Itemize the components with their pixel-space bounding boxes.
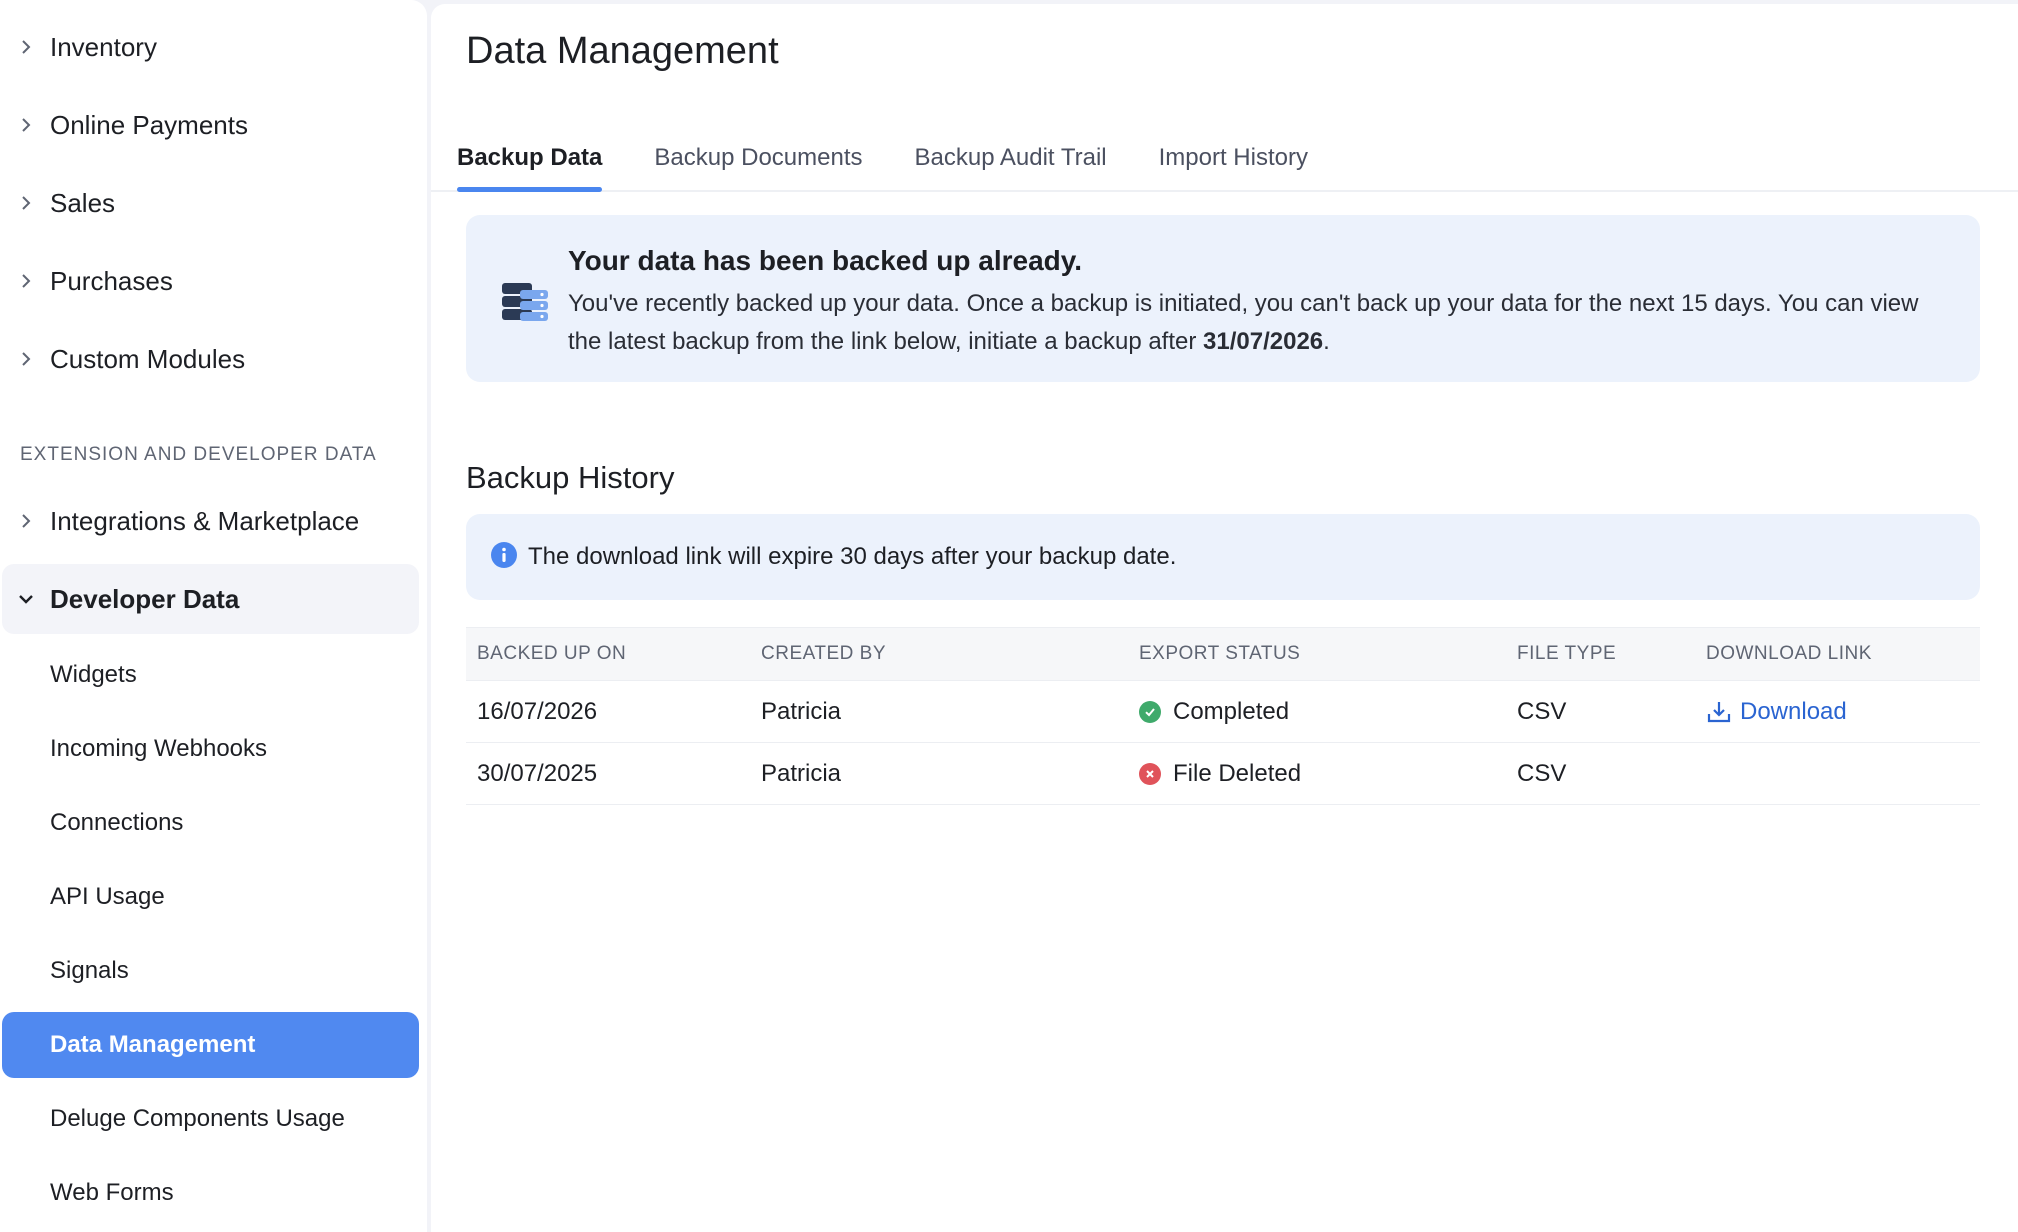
column-header-download-link[interactable]: DOWNLOAD LINK [1695, 643, 1980, 665]
main-panel: Data Management Backup Data Backup Docum… [431, 4, 2018, 1232]
table-header: BACKED UP ON CREATED BY EXPORT STATUS FI… [466, 627, 1980, 681]
sidebar-item-developer-data[interactable]: Developer Data [2, 564, 419, 634]
sidebar-subitem-web-forms[interactable]: Web Forms [2, 1160, 419, 1226]
chevron-right-icon [18, 513, 34, 529]
chevron-right-icon [18, 39, 34, 55]
sidebar-item-purchases[interactable]: Purchases [2, 246, 419, 316]
tab-backup-audit-trail[interactable]: Backup Audit Trail [915, 132, 1107, 190]
notice-next-backup-date: 31/07/2026 [1203, 328, 1324, 355]
cell-export-status: File Deleted [1128, 760, 1506, 788]
tab-backup-documents[interactable]: Backup Documents [654, 132, 862, 190]
sidebar-item-label: Purchases [50, 265, 173, 296]
backup-notice: Your data has been backed up already. Yo… [466, 215, 1980, 382]
app-root: Inventory Online Payments Sales Purchase… [0, 0, 2018, 1232]
tab-import-history[interactable]: Import History [1159, 132, 1308, 190]
status-label: Completed [1173, 697, 1290, 725]
info-icon [490, 541, 518, 574]
table-row: 30/07/2025 Patricia File Deleted CSV [466, 743, 1980, 805]
column-header-file-type[interactable]: FILE TYPE [1506, 643, 1695, 665]
sidebar-subitem-data-management[interactable]: Data Management [2, 1012, 419, 1078]
info-text: The download link will expire 30 days af… [528, 543, 1177, 570]
sidebar-item-custom-modules[interactable]: Custom Modules [2, 324, 419, 394]
download-link-label: Download [1740, 697, 1847, 725]
sidebar-subitem-widgets[interactable]: Widgets [2, 642, 419, 708]
cell-created-by: Patricia [761, 759, 842, 787]
sidebar-item-label: Custom Modules [50, 343, 246, 374]
cell-backed-up-on: 16/07/2026 [477, 697, 598, 725]
sidebar-subitem-signals[interactable]: Signals [2, 938, 419, 1004]
chevron-right-icon [18, 351, 34, 367]
sidebar-item-online-payments[interactable]: Online Payments [2, 90, 419, 160]
sidebar-item-inventory[interactable]: Inventory [2, 12, 419, 82]
backup-history-title: Backup History [466, 460, 675, 495]
notice-body: You've recently backed up your data. Onc… [568, 285, 1948, 361]
database-icon [500, 281, 550, 330]
chevron-down-icon [18, 591, 34, 607]
chevron-right-icon [18, 273, 34, 289]
sidebar-subitem-incoming-webhooks[interactable]: Incoming Webhooks [2, 716, 419, 782]
check-circle-icon [1139, 700, 1161, 723]
chevron-right-icon [18, 195, 34, 211]
sidebar-item-label: Developer Data [50, 583, 240, 614]
cell-created-by: Patricia [761, 697, 842, 725]
sidebar-item-integrations[interactable]: Integrations & Marketplace [2, 486, 419, 556]
cell-backed-up-on: 30/07/2025 [477, 759, 598, 787]
error-circle-icon [1139, 762, 1161, 785]
cell-export-status: Completed [1128, 698, 1506, 726]
sidebar-item-label: Sales [50, 187, 116, 218]
download-link[interactable]: Download [1706, 698, 1847, 726]
sidebar: Inventory Online Payments Sales Purchase… [0, 0, 427, 1232]
page-title: Data Management [466, 30, 779, 72]
sidebar-item-sales[interactable]: Sales [2, 168, 419, 238]
table-row: 16/07/2026 Patricia Completed CSV Downlo… [466, 681, 1980, 743]
sidebar-section-label: EXTENSION AND DEVELOPER DATA [20, 444, 377, 465]
sidebar-subitem-connections[interactable]: Connections [2, 790, 419, 856]
status-label: File Deleted [1173, 759, 1302, 787]
backup-history-table: BACKED UP ON CREATED BY EXPORT STATUS FI… [466, 627, 1980, 805]
download-icon [1707, 701, 1731, 722]
tab-bar: Backup Data Backup Documents Backup Audi… [431, 132, 2018, 192]
info-banner: The download link will expire 30 days af… [466, 514, 1980, 600]
notice-title: Your data has been backed up already. [568, 245, 1083, 276]
notice-body-end: . [1323, 328, 1330, 355]
column-header-created-by[interactable]: CREATED BY [750, 643, 1128, 665]
sidebar-subitem-api-usage[interactable]: API Usage [2, 864, 419, 930]
column-header-backed-up-on[interactable]: BACKED UP ON [466, 643, 750, 665]
sidebar-item-label: Integrations & Marketplace [50, 505, 360, 536]
tab-backup-data[interactable]: Backup Data [457, 132, 603, 192]
cell-file-type: CSV [1517, 759, 1567, 787]
sidebar-item-label: Online Payments [50, 109, 248, 140]
sidebar-item-label: Inventory [50, 31, 157, 62]
column-header-export-status[interactable]: EXPORT STATUS [1128, 643, 1506, 665]
chevron-right-icon [18, 117, 34, 133]
cell-download-link: Download [1695, 698, 1980, 726]
sidebar-subitem-deluge-components-usage[interactable]: Deluge Components Usage [2, 1086, 419, 1152]
cell-file-type: CSV [1517, 697, 1567, 725]
